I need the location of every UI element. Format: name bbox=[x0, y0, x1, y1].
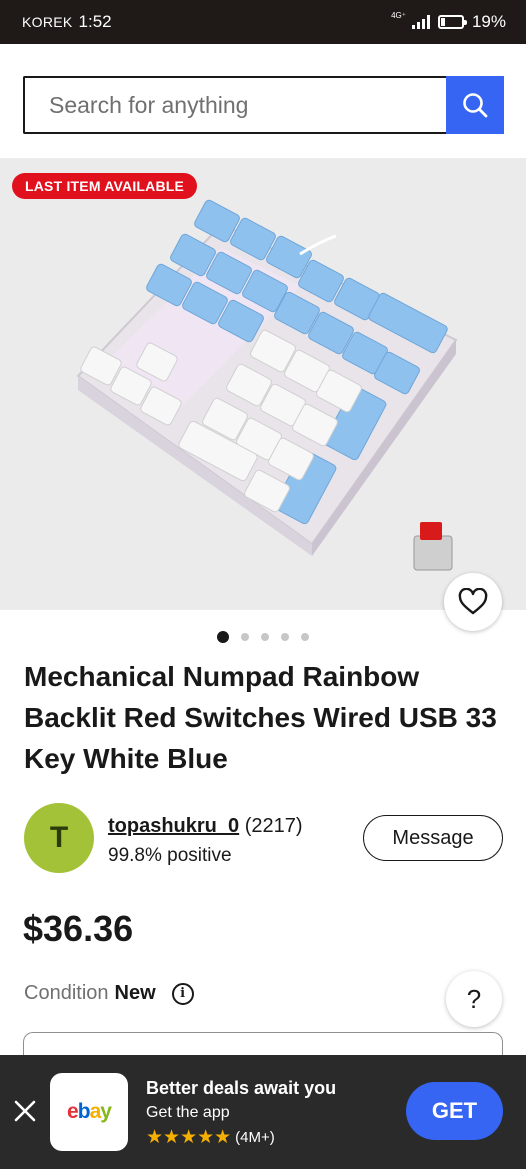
signal-icon bbox=[411, 15, 430, 29]
gallery-dot[interactable] bbox=[241, 633, 249, 641]
seller-avatar[interactable]: T bbox=[24, 803, 94, 873]
condition-value: New bbox=[114, 982, 156, 1004]
rating-count: (4M+) bbox=[235, 1129, 275, 1146]
banner-subtext: Get the app bbox=[146, 1104, 230, 1121]
last-item-badge: LAST ITEM AVAILABLE bbox=[12, 173, 198, 199]
search-icon bbox=[463, 93, 488, 118]
seller-username-link[interactable]: topashukru_0 bbox=[108, 815, 239, 837]
gallery-dot[interactable] bbox=[281, 633, 289, 641]
gallery-pagination bbox=[217, 631, 309, 643]
get-app-button[interactable]: GET bbox=[406, 1082, 503, 1140]
gallery-dot[interactable] bbox=[301, 633, 309, 641]
banner-headline: Better deals await you bbox=[146, 1078, 337, 1098]
seller-name-line: topashukru_0 (2217) bbox=[108, 815, 303, 838]
gallery-dot[interactable] bbox=[261, 633, 269, 641]
status-left: KOREK 1:52 bbox=[22, 12, 112, 32]
close-icon[interactable] bbox=[12, 1098, 38, 1124]
seller-feedback-count: (2217) bbox=[244, 815, 303, 837]
battery-icon bbox=[437, 15, 467, 29]
heart-icon bbox=[458, 588, 488, 615]
header-strip bbox=[0, 44, 526, 58]
app-rating: ★★★★★ (4M+) bbox=[146, 1126, 275, 1149]
info-icon[interactable]: i bbox=[171, 982, 194, 1005]
seller-card: T topashukru_0 (2217) 99.8% positive Mes… bbox=[24, 803, 504, 875]
star-rating-icon: ★★★★★ bbox=[146, 1127, 232, 1148]
help-button[interactable]: ? bbox=[446, 971, 502, 1027]
status-bar: KOREK 1:52 4G⁺ 19% bbox=[0, 0, 526, 44]
condition-row: Condition New i bbox=[24, 982, 194, 1005]
ebay-app-logo: ebay bbox=[50, 1073, 128, 1151]
add-to-watchlist-button[interactable] bbox=[444, 573, 502, 631]
product-image bbox=[76, 199, 458, 571]
network-type: 4G⁺ bbox=[391, 11, 406, 20]
product-image-gallery[interactable] bbox=[0, 158, 526, 610]
seller-positive-rating: 99.8% positive bbox=[108, 845, 232, 866]
search-button[interactable] bbox=[446, 76, 504, 134]
message-seller-button[interactable]: Message bbox=[363, 815, 503, 861]
search-input[interactable]: Search for anything bbox=[23, 76, 446, 134]
listing-title: Mechanical Numpad Rainbow Backlit Red Sw… bbox=[24, 661, 497, 774]
clock: 1:52 bbox=[78, 12, 112, 31]
condition-label: Condition bbox=[24, 982, 109, 1004]
gallery-dot[interactable] bbox=[217, 631, 229, 643]
carrier-name: KOREK bbox=[22, 14, 73, 30]
app-install-banner: ebay Better deals await you Get the app … bbox=[0, 1055, 526, 1169]
item-price: $36.36 bbox=[23, 908, 134, 949]
battery-percent: 19% bbox=[471, 12, 506, 31]
search-bar: Search for anything bbox=[23, 76, 504, 134]
status-right: 4G⁺ 19% bbox=[391, 12, 506, 32]
